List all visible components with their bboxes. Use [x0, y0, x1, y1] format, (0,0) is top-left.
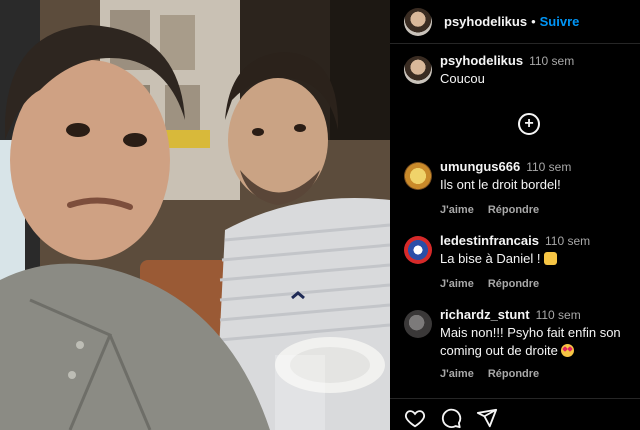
comment-text: Ils ont le droit bordel! [440, 177, 561, 192]
comment-username[interactable]: ledestinfrancais [440, 232, 539, 250]
heart-icon[interactable] [404, 407, 426, 429]
comment-time: 110 sem [535, 308, 581, 322]
star-struck-emoji [561, 344, 575, 357]
victory-hand-emoji [544, 252, 558, 265]
caption: psyhodelikus 110 sem Coucou [390, 52, 640, 88]
selfie-image [0, 0, 390, 430]
comment-avatar[interactable] [404, 162, 432, 190]
comment-text-content: La bise à Daniel ! [440, 251, 545, 266]
like-comment-button[interactable]: J'aime [440, 204, 474, 216]
caption-text: Coucou [440, 71, 485, 86]
comment-username[interactable]: richardz_stunt [440, 306, 530, 324]
comment-item: ledestinfrancais 110 sem La bise à Danie… [390, 232, 640, 290]
comment-text-content: Mais non!!! Psyho fait enfin son coming … [440, 325, 621, 358]
comment-list: psyhodelikus 110 sem Coucou [390, 52, 640, 88]
comment-text: Mais non!!! Psyho fait enfin son coming … [440, 324, 628, 360]
comment-username[interactable]: umungus666 [440, 158, 520, 176]
caption-avatar[interactable] [404, 56, 432, 84]
separator-dot: • [531, 14, 536, 29]
caption-username[interactable]: psyhodelikus [440, 52, 523, 70]
author-avatar[interactable] [404, 7, 432, 36]
reply-button[interactable]: Répondre [488, 278, 539, 290]
comment-time: 110 sem [545, 234, 591, 248]
reply-button[interactable]: Répondre [488, 204, 539, 216]
comment-item: richardz_stunt 110 sem Mais non!!! Psyho… [390, 306, 640, 380]
post-actions [390, 398, 640, 430]
comments-panel: psyhodelikus • Suivre psyhodelikus 110 s… [390, 0, 640, 430]
caption-time: 110 sem [529, 54, 575, 68]
send-icon[interactable] [476, 407, 498, 429]
follow-button[interactable]: Suivre [540, 14, 580, 29]
plus-circle-icon[interactable]: + [518, 113, 540, 135]
comment-avatar[interactable] [404, 236, 432, 264]
comment-item: umungus666 110 sem Ils ont le droit bord… [390, 158, 640, 216]
like-comment-button[interactable]: J'aime [440, 368, 474, 380]
author-username[interactable]: psyhodelikus [444, 14, 527, 29]
post-photo[interactable] [0, 0, 390, 430]
comment-text: La bise à Daniel ! [440, 250, 628, 268]
comment-avatar[interactable] [404, 310, 432, 338]
reply-button[interactable]: Répondre [488, 368, 539, 380]
like-comment-button[interactable]: J'aime [440, 278, 474, 290]
comment-time: 110 sem [526, 160, 572, 174]
post-header: psyhodelikus • Suivre [390, 0, 640, 44]
comment-icon[interactable] [440, 407, 462, 429]
